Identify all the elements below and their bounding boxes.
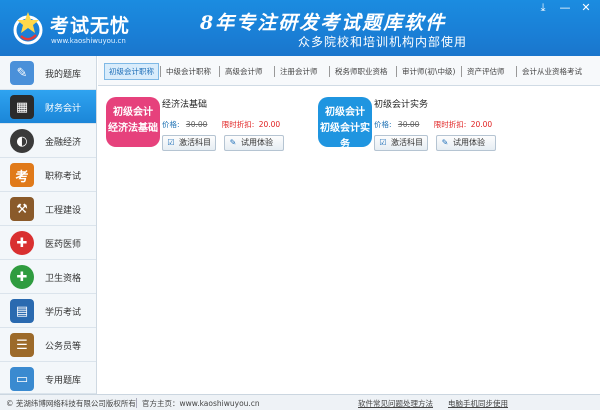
trial-button-label: 试用体验 — [453, 138, 485, 147]
exam-seal-icon: 考 — [10, 163, 34, 187]
sidebar-item-label: 卫生资格 — [45, 274, 82, 284]
discount-label: 限时折扣: — [433, 120, 467, 129]
trial-button[interactable]: ✎ 试用体验 — [436, 135, 496, 151]
sidebar-item-finance-economics[interactable]: ◐ 金融经济 — [0, 124, 96, 158]
tab-junior-accounting[interactable]: 初级会计职称 — [104, 63, 159, 80]
homepage-text[interactable]: 官方主页：www.kaoshiwuyou.cn — [142, 398, 260, 409]
sidebar-item-label: 金融经济 — [45, 138, 82, 148]
health-cross-icon: ✚ — [10, 265, 34, 289]
tab-separator — [461, 66, 462, 77]
course-title: 经济法基础 — [162, 100, 208, 110]
course-badge[interactable]: 初级会计 初级会计实务 — [318, 97, 372, 150]
tab-senior-accountant[interactable]: 高级会计师 — [221, 63, 267, 80]
course-list: 初级会计 经济法基础 经济法基础 价格: 30.00 限时折扣: 20.00 ☑… — [98, 87, 600, 394]
close-icon[interactable]: ✕ — [577, 2, 595, 16]
tab-separator — [219, 66, 220, 77]
tab-separator — [160, 66, 161, 77]
checkbox-icon: ☑ — [167, 138, 175, 147]
logo-star-icon — [13, 12, 43, 45]
activate-button[interactable]: ☑ 激活科目 — [162, 135, 216, 151]
sidebar-item-label: 工程建设 — [45, 206, 82, 216]
medical-cross-icon: ✚ — [10, 231, 34, 255]
sidebar-item-finance-accounting[interactable]: ▦ 财务会计 — [0, 90, 96, 124]
faq-link[interactable]: 软件常见问题处理方法 — [358, 398, 433, 409]
sidebar-item-health[interactable]: ✚ 卫生资格 — [0, 260, 96, 294]
sync-link[interactable]: 电脑手机同步使用 — [448, 398, 508, 409]
original-price: 30.00 — [185, 120, 208, 129]
price-row: 价格: 30.00 限时折扣: 20.00 — [162, 119, 280, 130]
pencil-ruler-icon: ✎ — [10, 61, 34, 85]
sidebar-item-label: 专用题库 — [45, 376, 82, 386]
copyright-text: © 芜湖纬博网络科技有限公司版权所有 — [6, 399, 136, 408]
activate-button-label: 激活科目 — [391, 138, 423, 147]
sidebar-item-label: 职称考试 — [45, 172, 82, 182]
tab-intermediate-accounting[interactable]: 中级会计职称 — [162, 63, 215, 80]
sidebar-item-my-bank[interactable]: ✎ 我的题库 — [0, 56, 96, 90]
engineering-icon: ⚒ — [10, 197, 34, 221]
category-tabs: 初级会计职称 中级会计职称 高级会计师 注册会计师 税务师职业资格 审计师(初\… — [98, 56, 600, 86]
course-card: 初级会计 经济法基础 经济法基础 价格: 30.00 限时折扣: 20.00 ☑… — [98, 95, 308, 157]
course-badge-line2: 初级会计实务 — [320, 123, 370, 150]
sidebar-item-medical[interactable]: ✚ 医药医师 — [0, 226, 96, 260]
trial-pen-icon: ✎ — [441, 138, 449, 147]
app-logo: 考试无忧 www.kaoshiwuyou.cn — [6, 4, 136, 52]
discount-price: 20.00 — [258, 120, 281, 129]
tab-cpa[interactable]: 注册会计师 — [276, 63, 322, 80]
tab-separator — [516, 66, 517, 77]
sidebar-item-label: 医药医师 — [45, 240, 82, 250]
app-header: 考试无忧 www.kaoshiwuyou.cn 8年专注研发考试题库软件 众多院… — [0, 0, 600, 56]
header-subslogan: 众多院校和培训机构内部使用 — [298, 35, 468, 49]
tab-separator — [274, 66, 275, 77]
sidebar-item-label: 公务员等 — [45, 342, 82, 352]
minimize-icon[interactable]: — — [556, 2, 574, 16]
course-card: 初级会计 初级会计实务 初级会计实务 价格: 30.00 限时折扣: 20.00… — [310, 95, 520, 157]
sidebar: ✎ 我的题库 ▦ 财务会计 ◐ 金融经济 考 职称考试 ⚒ 工程建设 ✚ 医药医… — [0, 56, 97, 394]
original-price: 30.00 — [397, 120, 420, 129]
tab-tax-advisor[interactable]: 税务师职业资格 — [331, 63, 392, 80]
course-title: 初级会计实务 — [374, 100, 429, 110]
header-slogan: 8年专注研发考试题库软件 — [200, 12, 447, 34]
sidebar-item-label: 财务会计 — [45, 104, 82, 114]
price-label: 价格: — [374, 120, 392, 129]
trial-button-label: 试用体验 — [241, 138, 273, 147]
price-label: 价格: — [162, 120, 180, 129]
tab-accounting-qualification[interactable]: 会计从业资格考试 — [518, 63, 586, 80]
course-badge-line1: 初级会计 — [113, 107, 153, 118]
trial-pen-icon: ✎ — [229, 138, 237, 147]
sidebar-item-title-exam[interactable]: 考 职称考试 — [0, 158, 96, 192]
sidebar-item-engineering[interactable]: ⚒ 工程建设 — [0, 192, 96, 226]
calculator-icon: ▦ — [10, 95, 34, 119]
sidebar-item-civil-service[interactable]: ☰ 公务员等 — [0, 328, 96, 362]
sidebar-item-special[interactable]: ▭ 专用题库 — [0, 362, 96, 394]
globe-icon: ◐ — [10, 129, 34, 153]
tab-separator — [396, 66, 397, 77]
footer-separator — [136, 398, 137, 408]
logo-title: 考试无忧 — [50, 15, 131, 37]
sidebar-item-label: 我的题库 — [45, 70, 82, 80]
folder-icon: ▭ — [10, 367, 34, 391]
course-badge-line1: 初级会计 — [325, 107, 365, 118]
price-row: 价格: 30.00 限时折扣: 20.00 — [374, 119, 492, 130]
course-badge[interactable]: 初级会计 经济法基础 — [106, 97, 160, 147]
sidebar-item-academic[interactable]: ▤ 学历考试 — [0, 294, 96, 328]
discount-price: 20.00 — [470, 120, 493, 129]
tab-auditor[interactable]: 审计师(初\中级) — [398, 63, 459, 80]
download-icon[interactable]: ⤓ — [534, 2, 552, 16]
sidebar-item-label: 学历考试 — [45, 308, 82, 318]
activate-button[interactable]: ☑ 激活科目 — [374, 135, 428, 151]
tab-asset-appraiser[interactable]: 资产评估师 — [463, 63, 509, 80]
book-icon: ▤ — [10, 299, 34, 323]
logo-url: www.kaoshiwuyou.cn — [51, 37, 126, 45]
tab-separator — [329, 66, 330, 77]
checkbox-icon: ☑ — [379, 138, 387, 147]
trial-button[interactable]: ✎ 试用体验 — [224, 135, 284, 151]
books-stack-icon: ☰ — [10, 333, 34, 357]
activate-button-label: 激活科目 — [179, 138, 211, 147]
discount-label: 限时折扣: — [221, 120, 255, 129]
status-bar: © 芜湖纬博网络科技有限公司版权所有 官方主页：www.kaoshiwuyou.… — [0, 394, 600, 410]
course-badge-line2: 经济法基础 — [108, 123, 158, 134]
